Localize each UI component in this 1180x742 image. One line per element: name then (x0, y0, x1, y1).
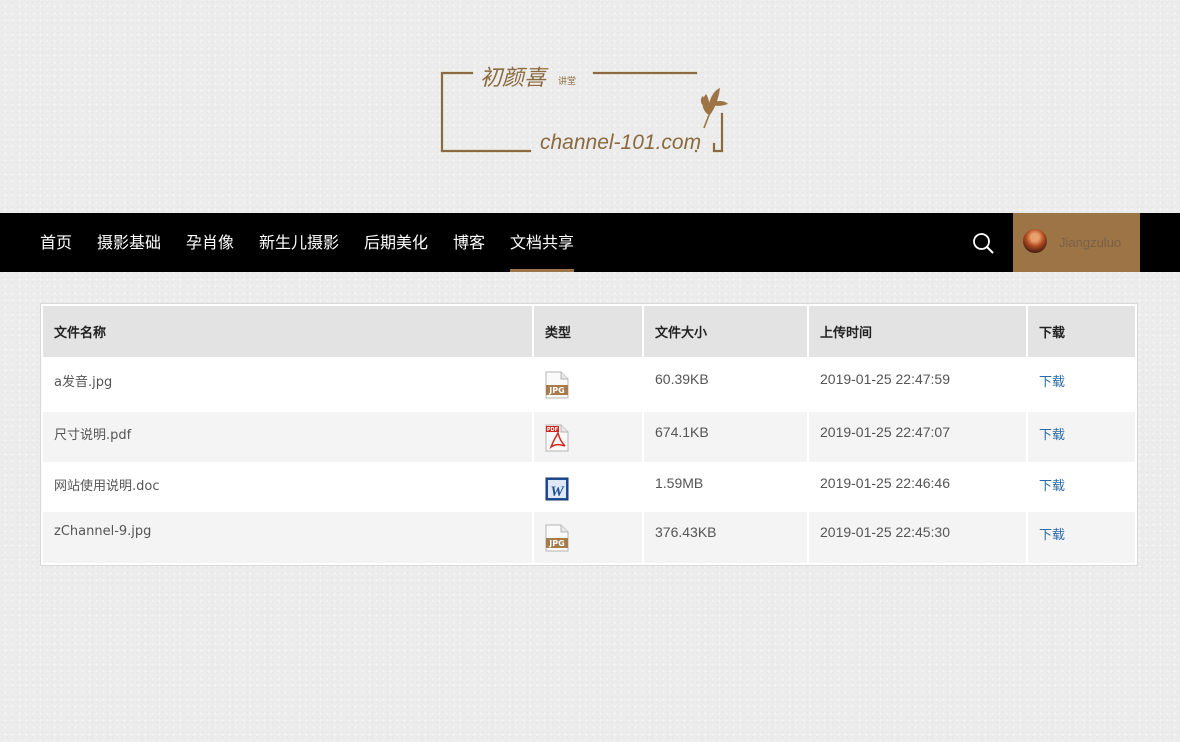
upload-time: 2019-01-25 22:47:59 (820, 371, 950, 387)
download-link[interactable]: 下载 (1039, 528, 1065, 543)
nav-item-photography-basics[interactable]: 摄影基础 (97, 213, 161, 272)
file-size: 60.39KB (655, 371, 709, 387)
file-name: 尺寸说明.pdf (43, 412, 532, 462)
nav-item-document-sharing[interactable]: 文档共享 (510, 213, 575, 272)
upload-time: 2019-01-25 22:45:30 (809, 512, 1026, 563)
header-download: 下载 (1028, 306, 1135, 357)
main-navbar: 首页 摄影基础 孕肖像 新生儿摄影 后期美化 博客 文档共享 (0, 213, 1180, 272)
file-table: 文件名称 类型 文件大小 上传时间 下载 a发音.jpg JPG 60.39KB… (40, 303, 1138, 566)
upload-time: 2019-01-25 22:47:07 (809, 412, 1026, 462)
nav-item-post-processing[interactable]: 后期美化 (364, 213, 428, 272)
logo-url: channel-101.com (540, 131, 702, 154)
nav-item-home[interactable]: 首页 (40, 213, 72, 272)
table-row: a发音.jpg JPG 60.39KB 2019-01-25 22:47:59 … (43, 357, 1135, 412)
nav-item-blog[interactable]: 博客 (453, 213, 485, 272)
file-type: JPG (534, 357, 642, 412)
file-size: 1.59MB (655, 475, 704, 491)
file-name: 网站使用说明.doc (54, 479, 160, 494)
logo-subtitle: 讲堂 (558, 77, 577, 87)
download-link[interactable]: 下载 (1039, 479, 1065, 494)
svg-text:PDF: PDF (547, 427, 558, 433)
word-file-icon: W (545, 477, 569, 501)
table-header-row: 文件名称 类型 文件大小 上传时间 下载 (43, 306, 1135, 357)
header-upload-time: 上传时间 (809, 306, 1026, 357)
nav-item-maternity-portrait[interactable]: 孕肖像 (186, 213, 234, 272)
file-name: zChannel-9.jpg (43, 512, 532, 563)
svg-text:JPG: JPG (548, 539, 564, 548)
header-type: 类型 (534, 306, 642, 357)
svg-text:JPG: JPG (548, 386, 564, 395)
username: Jiangzuluo (1059, 235, 1122, 250)
header-file-name: 文件名称 (43, 306, 532, 357)
upload-time: 2019-01-25 22:46:46 (820, 475, 950, 491)
file-type: JPG (534, 512, 642, 563)
file-name: a发音.jpg (54, 375, 113, 390)
file-type: W (534, 462, 642, 512)
download-link[interactable]: 下载 (1039, 428, 1065, 443)
download-link[interactable]: 下载 (1039, 375, 1065, 390)
site-logo[interactable]: 初颜喜 讲堂 channel-101.com (438, 60, 742, 160)
file-type: PDF (534, 412, 642, 462)
svg-text:W: W (550, 484, 565, 500)
header-file-size: 文件大小 (644, 306, 807, 357)
file-size: 674.1KB (644, 412, 807, 462)
file-size: 376.43KB (644, 512, 807, 563)
avatar (1023, 229, 1047, 253)
user-menu[interactable]: Jiangzuluo (1013, 213, 1140, 272)
search-icon[interactable] (972, 232, 994, 254)
logo-chinese-name: 初颜喜 (480, 65, 547, 90)
jpg-file-icon: JPG (545, 524, 569, 552)
table-row: 尺寸说明.pdf PDF 674.1KB 2019-01-25 22:47:07… (43, 412, 1135, 462)
nav-item-newborn-photography[interactable]: 新生儿摄影 (259, 213, 339, 272)
jpg-file-icon: JPG (545, 371, 569, 399)
pdf-file-icon: PDF (545, 424, 569, 452)
table-row: 网站使用说明.doc W 1.59MB 2019-01-25 22:46:46 … (43, 462, 1135, 512)
leaf-icon (700, 88, 728, 116)
table-row: zChannel-9.jpg JPG 376.43KB 2019-01-25 2… (43, 512, 1135, 563)
